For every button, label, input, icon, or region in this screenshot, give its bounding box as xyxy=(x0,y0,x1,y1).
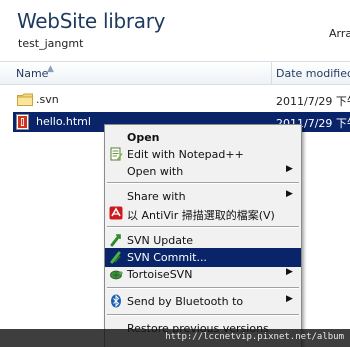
menu-item-antivir-scan[interactable]: 以 AntiVir 掃描選取的檔案(V) xyxy=(105,204,301,223)
column-header-date-modified[interactable]: Date modified xyxy=(276,67,350,80)
file-name: hello.html xyxy=(36,115,91,128)
html-file-icon xyxy=(16,114,29,130)
submenu-arrow-icon: ▶ xyxy=(286,267,293,277)
menu-separator xyxy=(107,226,299,228)
menu-item-label: Edit with Notepad++ xyxy=(127,148,244,161)
file-row-svn[interactable]: .svn 2011/7/29 下午 xyxy=(0,90,350,110)
menu-item-label: Open xyxy=(127,131,160,144)
bluetooth-icon xyxy=(111,294,121,308)
library-title: WebSite library xyxy=(17,9,166,33)
column-header-bar: Name ▲ Date modified xyxy=(0,61,350,85)
antivir-icon xyxy=(109,206,123,220)
svn-commit-icon xyxy=(110,251,121,264)
menu-item-label: Open with xyxy=(127,165,184,178)
submenu-arrow-icon: ▶ xyxy=(286,189,293,199)
column-divider[interactable] xyxy=(271,62,272,84)
file-name: .svn xyxy=(36,93,59,106)
context-menu: Open Edit with Notepad++ Open with ▶ Sha… xyxy=(104,124,302,347)
sort-ascending-icon: ▲ xyxy=(47,64,54,74)
menu-separator xyxy=(107,287,299,289)
watermark-text: http://lccnetvip.pixnet.net/album xyxy=(165,332,344,342)
menu-item-label: SVN Commit... xyxy=(127,251,207,264)
menu-item-label: SVN Update xyxy=(127,234,194,247)
library-subtitle: test_jangmt xyxy=(18,37,84,50)
menu-item-open-with[interactable]: Open with ▶ xyxy=(105,162,301,181)
folder-icon xyxy=(17,93,33,106)
notepad-icon xyxy=(110,147,123,161)
menu-item-send-by-bluetooth[interactable]: Send by Bluetooth to ▶ xyxy=(105,292,301,311)
submenu-arrow-icon: ▶ xyxy=(286,294,293,304)
menu-separator xyxy=(107,314,299,316)
svn-update-icon xyxy=(110,234,121,247)
file-date: 2011/7/29 下午 xyxy=(276,95,350,108)
submenu-arrow-icon: ▶ xyxy=(286,164,293,174)
watermark-bar: http://lccnetvip.pixnet.net/album xyxy=(0,329,350,347)
menu-separator xyxy=(107,182,299,184)
explorer-window: WebSite library test_jangmt Arra Name ▲ … xyxy=(0,0,350,347)
menu-item-tortoisesvn[interactable]: TortoiseSVN ▶ xyxy=(105,265,301,284)
menu-item-label: Share with xyxy=(127,190,186,203)
menu-item-label: 以 AntiVir 掃描選取的檔案(V) xyxy=(127,209,275,222)
tortoise-icon xyxy=(110,270,123,280)
menu-item-label: Send by Bluetooth to xyxy=(127,295,244,308)
arrange-by-label[interactable]: Arra xyxy=(329,27,350,40)
column-header-name[interactable]: Name xyxy=(16,67,48,80)
menu-item-label: TortoiseSVN xyxy=(127,268,193,281)
